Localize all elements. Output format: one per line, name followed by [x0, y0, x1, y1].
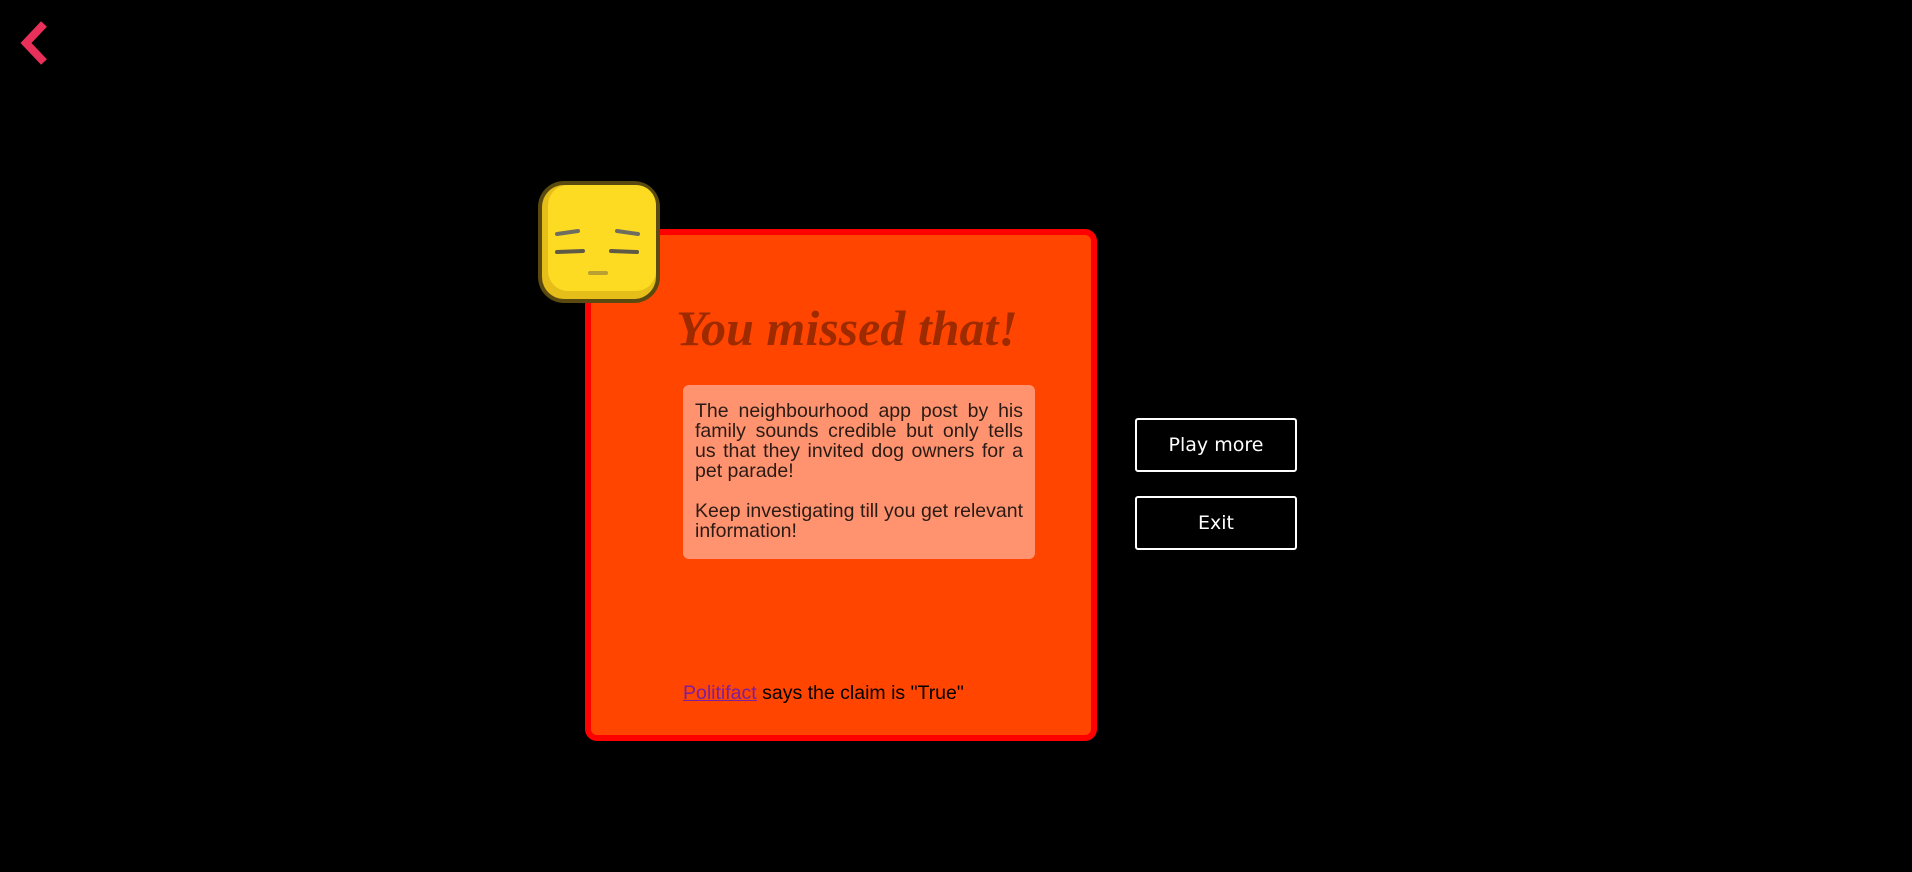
- explanation-paragraph: Keep investigating till you get relevant…: [695, 500, 1023, 542]
- politifact-link[interactable]: Politifact: [683, 682, 757, 704]
- verdict-text: says the claim is "True": [756, 682, 964, 704]
- verdict-line: Politifact says the claim is "True": [683, 682, 964, 705]
- chevron-left-icon: [20, 21, 47, 65]
- back-button[interactable]: [14, 20, 54, 66]
- exit-button[interactable]: Exit: [1135, 496, 1297, 550]
- play-more-button[interactable]: Play more: [1135, 418, 1297, 472]
- explanation-paragraph: The neighbourhood app post by his family…: [695, 400, 1023, 482]
- result-title: You missed that!: [676, 300, 1018, 356]
- explanation-box: The neighbourhood app post by his family…: [683, 385, 1035, 559]
- expressionless-face-icon: [535, 178, 663, 306]
